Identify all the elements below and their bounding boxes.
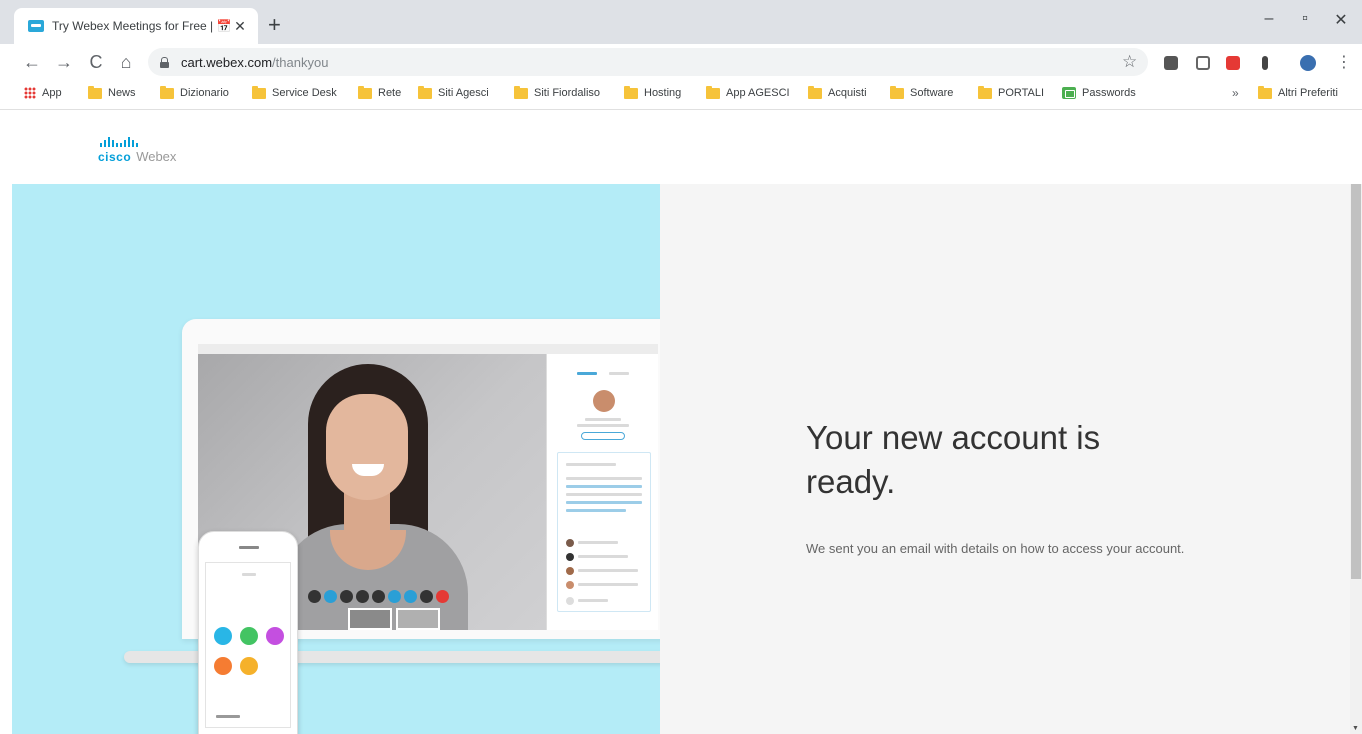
folder-icon <box>706 85 720 99</box>
back-button[interactable]: ← <box>20 50 44 74</box>
more-bookmarks-button[interactable]: » <box>1232 86 1239 100</box>
reload-button[interactable]: C <box>84 50 108 74</box>
extension-icon[interactable] <box>1196 56 1210 70</box>
bookmark-portali[interactable]: PORTALI <box>978 85 1045 99</box>
bookmark-label: App <box>42 87 62 99</box>
webex-favicon-icon <box>28 20 44 32</box>
bookmark-label: Hosting <box>644 87 682 99</box>
minimize-button[interactable]: – <box>1254 10 1284 28</box>
folder-icon <box>358 85 372 99</box>
bookmark-siti-fiordaliso[interactable]: Siti Fiordaliso <box>514 85 601 99</box>
bookmark-label: News <box>108 87 136 99</box>
folder-icon <box>624 85 638 99</box>
bookmark-label: PORTALI <box>998 87 1045 99</box>
folder-icon <box>890 85 904 99</box>
bookmark-news[interactable]: News <box>88 85 136 99</box>
bookmarks-bar: App News Dizionario Service Desk Rete Si… <box>0 80 1362 110</box>
page-content: cisco Webex Your new account is ready. W… <box>0 111 1362 734</box>
url-path: /thankyou <box>272 54 329 70</box>
folder-icon <box>88 85 102 99</box>
profile-avatar[interactable] <box>1300 55 1316 71</box>
bookmark-rete[interactable]: Rete <box>358 85 402 99</box>
avatar <box>593 390 615 412</box>
folder-icon <box>1258 85 1272 99</box>
folder-icon <box>252 85 266 99</box>
password-icon <box>1062 87 1076 99</box>
url-host: cart.webex.com <box>181 54 273 70</box>
tab-title: Try Webex Meetings for Free | 📅 <box>52 19 230 33</box>
folder-icon <box>978 85 992 99</box>
bookmark-star-icon[interactable]: ☆ <box>1122 52 1137 72</box>
bookmark-software[interactable]: Software <box>890 85 954 99</box>
bookmark-label: App AGESCI <box>726 87 790 99</box>
tab-webex[interactable]: Try Webex Meetings for Free | 📅 ✕ <box>14 8 258 44</box>
browser-toolbar: ← → C ⌂ cart.webex.com /thankyou ☆ ⋮ <box>0 44 1362 80</box>
bookmark-hosting[interactable]: Hosting <box>624 85 682 99</box>
site-header: cisco Webex <box>0 111 1350 184</box>
scroll-down-icon[interactable]: ▼ <box>1352 725 1359 732</box>
bookmark-label: Passwords <box>1082 87 1136 99</box>
cisco-webex-logo[interactable]: cisco Webex <box>98 137 176 164</box>
address-bar[interactable]: cart.webex.com /thankyou <box>148 48 1148 76</box>
folder-icon <box>418 85 432 99</box>
bookmark-app[interactable]: App <box>24 87 62 99</box>
bookmark-acquisti[interactable]: Acquisti <box>808 85 867 99</box>
lock-icon[interactable] <box>160 56 169 68</box>
app-title-bar <box>198 344 658 354</box>
home-button[interactable]: ⌂ <box>114 50 138 74</box>
confirmation-message: We sent you an email with details on how… <box>806 541 1185 556</box>
bookmark-passwords[interactable]: Passwords <box>1062 87 1136 99</box>
hero-illustration-panel <box>12 184 660 734</box>
scrollbar-thumb[interactable] <box>1351 184 1361 579</box>
forward-button[interactable]: → <box>52 50 76 74</box>
folder-icon <box>808 85 822 99</box>
bookmark-altri-preferiti[interactable]: Altri Preferiti <box>1258 85 1338 99</box>
bookmark-label: Acquisti <box>828 87 867 99</box>
call-controls-icon <box>308 590 449 603</box>
logo-cisco-text: cisco <box>98 150 132 164</box>
folder-icon <box>160 85 174 99</box>
logo-webex-text: Webex <box>136 149 177 164</box>
confirmation-panel: Your new account is ready. We sent you a… <box>660 184 1350 734</box>
bookmark-dizionario[interactable]: Dizionario <box>160 85 229 99</box>
menu-icon[interactable]: ⋮ <box>1336 52 1352 72</box>
bookmark-label: Dizionario <box>180 87 229 99</box>
close-window-button[interactable]: ✕ <box>1326 10 1356 30</box>
bookmark-siti-agesci[interactable]: Siti Agesci <box>418 85 489 99</box>
extension-icon[interactable] <box>1226 56 1240 70</box>
bookmark-app-agesci[interactable]: App AGESCI <box>706 85 790 99</box>
page-scrollbar[interactable]: ▼ <box>1350 184 1362 734</box>
extension-icon[interactable] <box>1164 56 1178 70</box>
bookmark-label: Siti Fiordaliso <box>534 87 601 99</box>
cisco-bars-icon <box>100 137 176 147</box>
bookmark-label: Siti Agesci <box>438 87 489 99</box>
bookmark-label: Altri Preferiti <box>1278 87 1338 99</box>
bookmark-service-desk[interactable]: Service Desk <box>252 85 337 99</box>
tab-strip: Try Webex Meetings for Free | 📅 ✕ + – ▫ … <box>0 0 1362 44</box>
extension-icon[interactable] <box>1262 56 1268 70</box>
participants-panel-illustration <box>546 354 658 630</box>
tab-close-icon[interactable]: ✕ <box>230 18 250 35</box>
maximize-button[interactable]: ▫ <box>1290 10 1320 28</box>
bookmark-label: Software <box>910 87 954 99</box>
folder-icon <box>514 85 528 99</box>
participant-thumbnails <box>348 608 440 630</box>
new-tab-button[interactable]: + <box>268 14 281 36</box>
bookmark-label: Rete <box>378 87 402 99</box>
phone-illustration <box>198 531 298 734</box>
page-title: Your new account is ready. <box>806 419 1101 500</box>
apps-icon <box>24 87 36 99</box>
bookmark-label: Service Desk <box>272 87 337 99</box>
